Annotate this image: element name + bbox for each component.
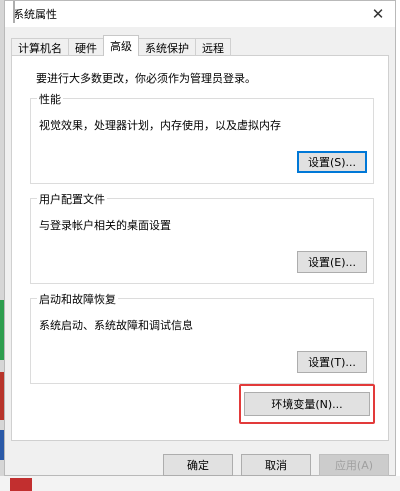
admin-notice: 要进行大多数更改，你必须作为管理员登录。 [36, 72, 256, 85]
background-bottom-strip [0, 476, 400, 491]
startup-recovery-group: 启动和故障恢复 系统启动、系统故障和调试信息 设置(T)... [30, 291, 374, 384]
performance-title: 性能 [37, 91, 63, 107]
background-bottom-icon [10, 478, 32, 491]
title-bar[interactable]: 系统属性 ✕ [5, 1, 395, 27]
tab-strip: 计算机名 硬件 高级 系统保护 远程 [11, 35, 231, 56]
tab-hardware[interactable]: 硬件 [68, 38, 104, 56]
cancel-button[interactable]: 取消 [241, 454, 311, 476]
startup-recovery-settings-button[interactable]: 设置(T)... [297, 351, 367, 373]
highlight-box [239, 384, 375, 424]
startup-recovery-title: 启动和故障恢复 [37, 291, 118, 307]
tab-advanced[interactable]: 高级 [103, 35, 139, 56]
tab-remote[interactable]: 远程 [195, 38, 231, 56]
close-icon: ✕ [371, 5, 385, 23]
tab-system-protection[interactable]: 系统保护 [138, 38, 196, 56]
close-button[interactable]: ✕ [363, 1, 393, 27]
performance-group: 性能 视觉效果，处理器计划，内存使用，以及虚拟内存 设置(S)... [30, 91, 374, 184]
window-title: 系统属性 [13, 8, 57, 21]
user-profiles-title: 用户配置文件 [37, 191, 107, 207]
user-profiles-settings-button[interactable]: 设置(E)... [297, 251, 367, 273]
tab-computer-name[interactable]: 计算机名 [11, 38, 69, 56]
startup-recovery-description: 系统启动、系统故障和调试信息 [39, 319, 193, 332]
apply-button[interactable]: 应用(A) [319, 454, 389, 476]
ok-button[interactable]: 确定 [163, 454, 233, 476]
user-profiles-description: 与登录帐户相关的桌面设置 [39, 219, 171, 232]
performance-description: 视觉效果，处理器计划，内存使用，以及虚拟内存 [39, 119, 281, 132]
user-profiles-group: 用户配置文件 与登录帐户相关的桌面设置 设置(E)... [30, 191, 374, 284]
performance-settings-button[interactable]: 设置(S)... [297, 151, 367, 173]
